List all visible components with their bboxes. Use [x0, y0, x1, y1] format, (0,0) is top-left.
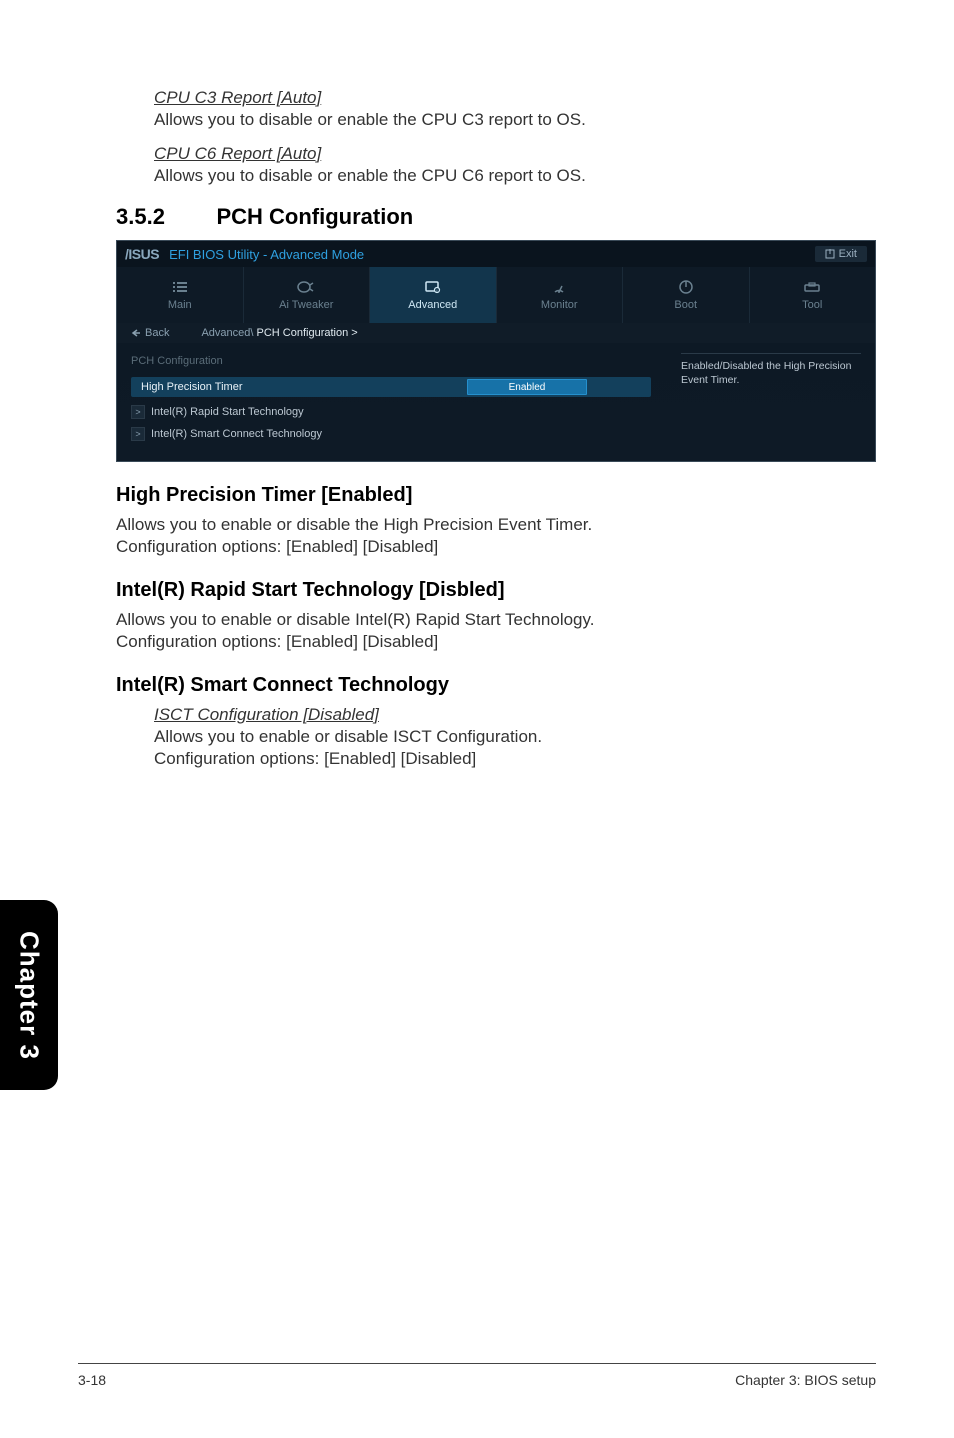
smart-line1: Allows you to enable or disable ISCT Con… [154, 727, 876, 747]
chapter-side-label: Chapter 3 [14, 931, 45, 1060]
bios-brand: /ISUS [125, 246, 159, 262]
page-footer: 3-18 Chapter 3: BIOS setup [78, 1363, 876, 1388]
footer-chapter: Chapter 3: BIOS setup [735, 1372, 876, 1388]
smart-connect-label: Intel(R) Smart Connect Technology [151, 428, 322, 440]
crumb-prefix: Advanced\ [201, 327, 253, 339]
bios-tab-bar: Main Ai Tweaker i Advanced Monitor Boot … [117, 267, 875, 323]
monitor-icon [549, 279, 569, 295]
bios-titlebar: /ISUS EFI BIOS Utility - Advanced Mode E… [117, 241, 875, 267]
svg-text:i: i [436, 288, 437, 293]
tab-monitor-label: Monitor [541, 299, 578, 311]
smart-heading: Intel(R) Smart Connect Technology [116, 674, 876, 697]
smart-line2: Configuration options: [Enabled] [Disabl… [154, 749, 876, 769]
cpu-c3-title: CPU C3 Report [Auto] [154, 88, 876, 108]
exit-label: Exit [839, 248, 857, 260]
hp-timer-line2: Configuration options: [Enabled] [Disabl… [116, 537, 876, 557]
chapter-side-tab: Chapter 3 [0, 900, 58, 1090]
tab-boot-label: Boot [674, 299, 697, 311]
tab-tool[interactable]: Tool [750, 267, 876, 323]
breadcrumb: Advanced\ PCH Configuration > [201, 327, 357, 339]
rapid-start-row[interactable]: > Intel(R) Rapid Start Technology [131, 405, 861, 419]
section-title: PCH Configuration [216, 204, 413, 229]
exit-icon [825, 249, 835, 259]
tab-monitor[interactable]: Monitor [497, 267, 624, 323]
tab-ai-tweaker[interactable]: Ai Tweaker [244, 267, 371, 323]
back-arrow-icon [131, 328, 141, 338]
bios-help-text: Enabled/Disabled the High Precision Even… [681, 353, 861, 387]
tab-tweaker-label: Ai Tweaker [279, 299, 333, 311]
tab-advanced[interactable]: i Advanced [370, 267, 497, 323]
hp-timer-label: High Precision Timer [141, 381, 242, 393]
cpu-c6-desc: Allows you to disable or enable the CPU … [154, 166, 876, 186]
tab-advanced-label: Advanced [408, 299, 457, 311]
chevron-right-icon: > [131, 405, 145, 419]
bios-window: /ISUS EFI BIOS Utility - Advanced Mode E… [116, 240, 876, 462]
tweaker-icon [296, 279, 316, 295]
chevron-right-icon: > [131, 427, 145, 441]
hp-timer-line1: Allows you to enable or disable the High… [116, 515, 876, 535]
advanced-icon: i [423, 279, 443, 295]
hp-timer-value[interactable]: Enabled [467, 379, 587, 395]
tab-boot[interactable]: Boot [623, 267, 750, 323]
page-content: CPU C3 Report [Auto] Allows you to disab… [116, 88, 876, 771]
rapid-line1: Allows you to enable or disable Intel(R)… [116, 610, 876, 630]
isct-sub-title: ISCT Configuration [Disabled] [154, 705, 876, 725]
bios-back-button[interactable]: Back [131, 327, 169, 339]
back-label: Back [145, 327, 169, 339]
tab-tool-label: Tool [802, 299, 822, 311]
bios-mode-label: EFI BIOS Utility - Advanced Mode [169, 247, 364, 262]
bios-breadcrumb-row: Back Advanced\ PCH Configuration > [117, 323, 875, 343]
rapid-start-label: Intel(R) Rapid Start Technology [151, 406, 304, 418]
cpu-c6-title: CPU C6 Report [Auto] [154, 144, 876, 164]
page-number: 3-18 [78, 1372, 106, 1388]
rapid-line2: Configuration options: [Enabled] [Disabl… [116, 632, 876, 652]
rapid-heading: Intel(R) Rapid Start Technology [Disbled… [116, 579, 876, 602]
section-number: 3.5.2 [116, 204, 212, 230]
tool-icon [802, 279, 822, 295]
hp-timer-heading: High Precision Timer [Enabled] [116, 484, 876, 507]
high-precision-timer-row[interactable]: High Precision Timer Enabled [131, 377, 651, 397]
list-icon [170, 279, 190, 295]
section-heading: 3.5.2 PCH Configuration [116, 204, 876, 230]
bios-body: PCH Configuration High Precision Timer E… [117, 343, 875, 461]
cpu-c3-desc: Allows you to disable or enable the CPU … [154, 110, 876, 130]
bios-exit-button[interactable]: Exit [815, 246, 867, 262]
crumb-current: PCH Configuration > [253, 327, 357, 339]
tab-main-label: Main [168, 299, 192, 311]
power-icon [676, 279, 696, 295]
smart-connect-row[interactable]: > Intel(R) Smart Connect Technology [131, 427, 861, 441]
tab-main[interactable]: Main [117, 267, 244, 323]
